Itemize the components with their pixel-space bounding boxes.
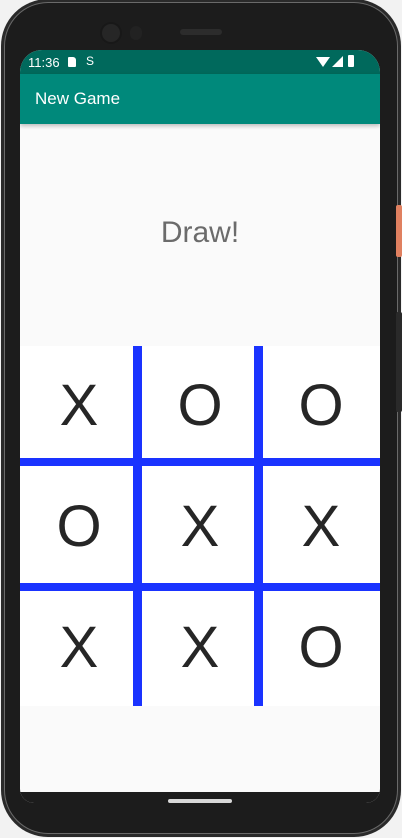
proximity-sensor [130, 26, 142, 40]
screen: 11:36 S New Game Draw! X O O O X X X X O [20, 50, 380, 803]
board-cell-0-2[interactable]: O [262, 346, 380, 464]
grid-line-horizontal-2 [20, 583, 380, 591]
board-cell-2-1[interactable]: X [141, 588, 259, 706]
battery-icon [348, 55, 354, 67]
home-gesture-handle[interactable] [168, 799, 232, 803]
power-button [396, 205, 402, 257]
tic-tac-toe-board: X O O O X X X X O [20, 346, 380, 706]
wifi-icon [316, 57, 330, 67]
front-camera-icon [102, 24, 120, 42]
cell-signal-icon [332, 56, 343, 67]
board-cell-1-1[interactable]: X [141, 467, 259, 585]
volume-button [396, 312, 402, 412]
new-game-button[interactable]: New Game [35, 89, 120, 109]
app-bar: New Game [20, 74, 380, 124]
grid-line-horizontal-1 [20, 458, 380, 466]
status-bar: 11:36 S [20, 50, 380, 74]
status-time: 11:36 [28, 55, 60, 70]
board-cell-2-0[interactable]: X [20, 588, 138, 706]
sim-card-icon [68, 57, 76, 67]
board-cell-0-0[interactable]: X [20, 346, 138, 464]
earpiece-speaker [180, 29, 222, 35]
board-cell-1-0[interactable]: O [20, 467, 138, 585]
grid-line-vertical-2 [254, 346, 263, 706]
sync-icon: S [86, 54, 95, 68]
board-cell-2-2[interactable]: O [262, 588, 380, 706]
grid-line-vertical-1 [133, 346, 142, 706]
board-cell-0-1[interactable]: O [141, 346, 259, 464]
game-result-text: Draw! [160, 216, 240, 249]
board-cell-1-2[interactable]: X [262, 467, 380, 585]
